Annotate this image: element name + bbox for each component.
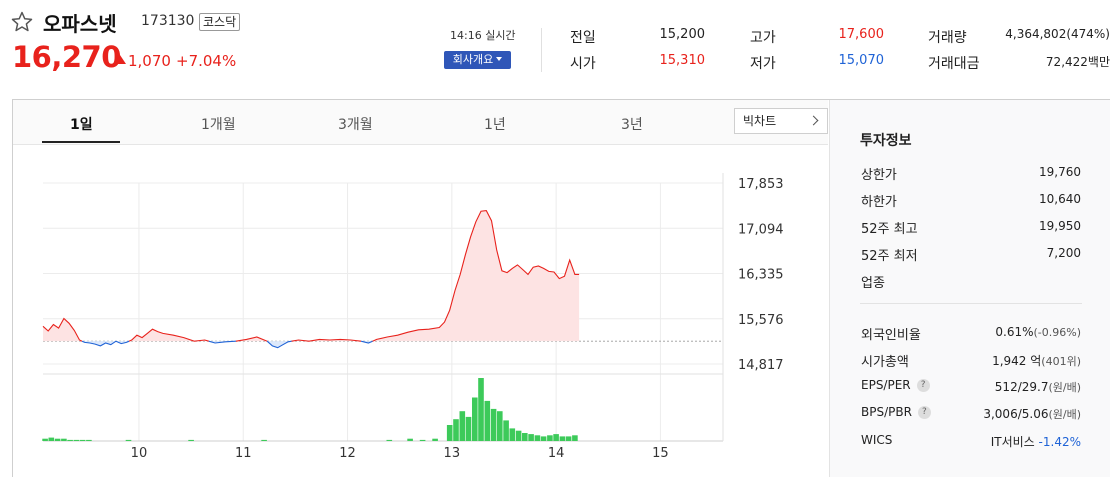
info-label-bps-pbr: BPS/PBR? (861, 405, 931, 419)
price-area-up (129, 329, 209, 342)
volume-bar (48, 437, 55, 441)
info-value-52w-low: 7,200 (1046, 246, 1081, 260)
volume-bar (565, 436, 572, 441)
volume-bar (528, 434, 534, 441)
market-cap-extra: (401위) (1041, 355, 1081, 368)
summary-label-volume: 거래량 (928, 30, 967, 46)
summary-label-amount: 거래대금 (928, 56, 980, 72)
y-tick-label: 16,335 (738, 268, 784, 283)
volume-bar (446, 425, 453, 441)
x-tick-label: 13 (444, 446, 461, 461)
volume-bar (73, 439, 80, 441)
x-tick-label: 10 (131, 446, 148, 461)
volume-bar (534, 435, 541, 441)
info-value-market-cap: 1,942 억(401위) (992, 352, 1081, 369)
volume-bar (559, 436, 566, 441)
volume-bar (188, 439, 194, 441)
info-label-market-cap: 시가총액 (861, 355, 909, 370)
market-cap-value: 1,942 억 (992, 354, 1042, 368)
eps-per-extra: (원/배) (1048, 381, 1081, 394)
x-axis-ticks: 10 11 12 13 14 15 (131, 446, 669, 461)
x-tick-label: 12 (339, 446, 356, 461)
volume-bar (125, 439, 132, 441)
volume-bar (459, 411, 466, 441)
info-label-52w-high: 52주 최고 (861, 222, 918, 237)
volume-bar (407, 438, 413, 441)
help-icon[interactable]: ? (916, 379, 930, 392)
volume-bar (490, 408, 497, 441)
wics-value: IT서비스 (990, 435, 1035, 449)
info-value-upper-limit: 19,760 (1039, 165, 1081, 179)
info-value-52w-high: 19,950 (1039, 219, 1081, 233)
chart-fills (43, 210, 580, 348)
volume-bar (261, 439, 267, 441)
bps-pbr-extra: (원/배) (1048, 408, 1081, 421)
summary-value-amount: 72,422백만 (1045, 55, 1110, 69)
volume-bar (478, 378, 484, 441)
info-value-eps-per: 512/29.7(원/배) (995, 379, 1081, 395)
info-label-lower-limit: 하한가 (861, 195, 897, 210)
price-chart: 17,85317,09416,33515,57614,817 10 11 12 13 1… (42, 173, 784, 461)
volume-bar (547, 435, 553, 441)
y-tick-label: 17,853 (738, 177, 784, 192)
volume-bar (472, 397, 478, 441)
volume-bar (86, 439, 92, 441)
y-axis-ticks: 17,853 17,094 16,335 15,576 14,817 (738, 177, 784, 373)
investment-info-title: 투자정보 (860, 133, 912, 149)
volume-bar (453, 419, 459, 441)
y-tick-label: 14,817 (738, 358, 784, 373)
info-label-sector: 업종 (861, 276, 885, 291)
volume-bars (42, 378, 578, 441)
bps-pbr-label: BPS/PBR (861, 405, 912, 419)
wics-change: -1.42% (1038, 435, 1081, 449)
volume-bar (386, 439, 393, 441)
volume-bar (465, 416, 472, 441)
volume-bar (540, 436, 547, 441)
volume-bar (515, 430, 522, 441)
foreign-ratio-extra: (-0.96%) (1033, 326, 1082, 339)
volume-bar (553, 434, 559, 441)
info-value-lower-limit: 10,640 (1039, 192, 1081, 206)
x-tick-label: 15 (652, 446, 669, 461)
volume-bar (54, 438, 61, 441)
info-value-bps-pbr: 3,006/5.06(원/배) (983, 406, 1081, 422)
volume-bar (503, 420, 509, 441)
chart-grid (43, 173, 724, 442)
info-label-wics: WICS (861, 433, 893, 447)
volume-bar (419, 439, 426, 441)
x-tick-label: 11 (235, 446, 252, 461)
volume-bar (484, 400, 491, 441)
volume-bar (67, 439, 73, 441)
info-label-upper-limit: 상한가 (861, 168, 897, 183)
foreign-ratio-value: 0.61% (995, 325, 1034, 339)
info-label-eps-per: EPS/PER? (861, 378, 930, 392)
bps-pbr-value: 3,006/5.06 (983, 407, 1049, 421)
volume-bar (79, 439, 86, 441)
info-value-foreign-ratio: 0.61%(-0.96%) (995, 325, 1081, 339)
info-divider (860, 303, 1082, 304)
summary-value-volume: 4,364,802(474%) (1005, 27, 1110, 41)
info-label-foreign-ratio: 외국인비율 (861, 328, 921, 343)
info-value-wics: IT서비스 -1.42% (991, 433, 1081, 450)
x-tick-label: 14 (548, 446, 565, 461)
volume-bar (572, 435, 578, 441)
eps-per-value: 512/29.7 (994, 380, 1049, 394)
info-label-52w-low: 52주 최저 (861, 249, 918, 264)
volume-bar (432, 438, 438, 441)
volume-bar (61, 438, 67, 441)
y-tick-label: 17,094 (738, 222, 784, 237)
help-icon[interactable]: ? (917, 406, 931, 419)
y-tick-label: 15,576 (738, 313, 784, 328)
volume-bar (522, 433, 528, 441)
volume-bar (509, 428, 516, 441)
volume-bar (497, 411, 503, 441)
price-area-up (372, 210, 580, 342)
volume-bar (42, 438, 48, 441)
eps-per-label: EPS/PER (861, 378, 911, 392)
